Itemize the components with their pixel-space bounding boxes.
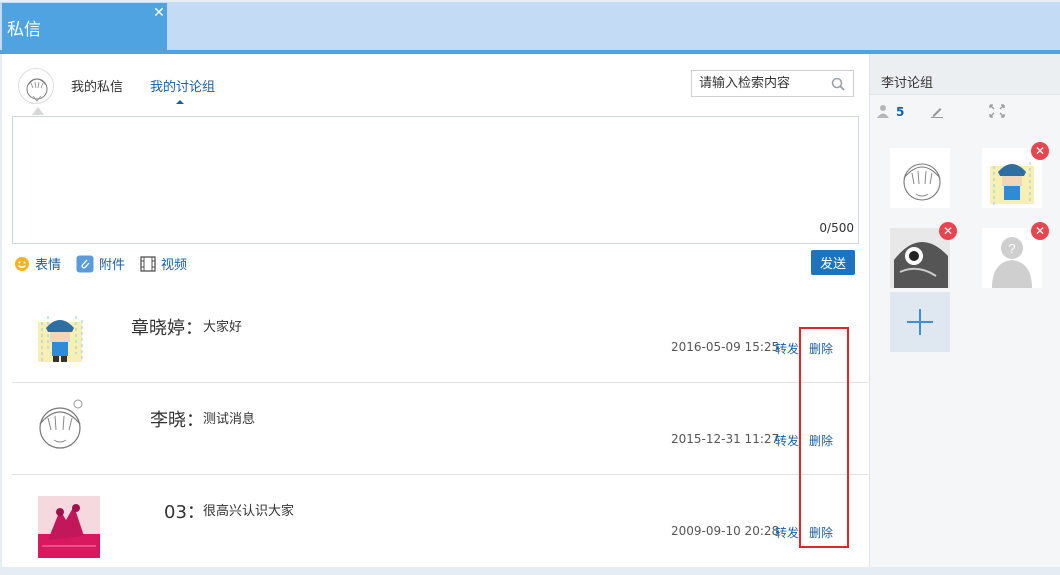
remove-member-icon[interactable]: ✕ bbox=[1031, 142, 1049, 160]
main-panel: 我的私信 我的讨论组 0/500 表情 附件 bbox=[2, 54, 868, 567]
sender-name: 03 bbox=[164, 502, 187, 523]
row-divider bbox=[12, 382, 868, 383]
timestamp: 2016-05-09 15:25 bbox=[671, 340, 780, 354]
header-top-line bbox=[0, 0, 1060, 2]
video-button[interactable]: 视频 bbox=[140, 254, 187, 273]
avatar-pointer bbox=[32, 107, 44, 115]
active-tab-caret-icon bbox=[176, 100, 184, 104]
svg-text:?: ? bbox=[1008, 241, 1015, 256]
message-composer: 0/500 bbox=[12, 116, 859, 244]
row-divider bbox=[12, 474, 868, 475]
edit-icon[interactable] bbox=[930, 104, 944, 118]
window-header: 私信 ✕ bbox=[0, 0, 1060, 54]
timestamp: 2015-12-31 11:27 bbox=[671, 432, 780, 446]
delete-link[interactable]: 删除 bbox=[809, 524, 833, 541]
colon: ： bbox=[186, 410, 204, 431]
search-icon[interactable] bbox=[831, 77, 845, 91]
emoji-label: 表情 bbox=[35, 258, 62, 273]
message-text: 很高兴认识大家 bbox=[203, 504, 295, 519]
attachment-label: 附件 bbox=[99, 258, 126, 273]
member-avatar[interactable] bbox=[890, 148, 950, 208]
video-label: 视频 bbox=[161, 258, 188, 273]
close-icon[interactable]: ✕ bbox=[152, 6, 166, 20]
bottom-border bbox=[0, 567, 1060, 575]
paperclip-icon bbox=[76, 255, 94, 272]
delete-link[interactable]: 删除 bbox=[809, 340, 833, 357]
attachment-button[interactable]: 附件 bbox=[76, 254, 125, 273]
group-sidebar: 李讨论组 5 ✕ ✕ ? ✕ bbox=[869, 54, 1060, 567]
plus-icon bbox=[907, 309, 933, 335]
tab-private-messages[interactable]: 私信 bbox=[2, 3, 167, 51]
member-count: 5 bbox=[896, 105, 905, 119]
avatar[interactable] bbox=[28, 394, 92, 458]
message-text: 大家好 bbox=[203, 320, 243, 335]
char-counter: 0/500 bbox=[819, 221, 854, 235]
sender-name: 章晓婷 bbox=[131, 318, 185, 339]
forward-link[interactable]: 转发 bbox=[775, 340, 799, 357]
group-header: 李讨论组 bbox=[870, 54, 1060, 95]
search-box bbox=[691, 70, 854, 97]
tab-title: 私信 bbox=[7, 20, 41, 40]
sender-name: 李晓 bbox=[150, 410, 186, 431]
emoji-icon bbox=[15, 256, 29, 271]
remove-member-icon[interactable]: ✕ bbox=[939, 222, 957, 240]
list-item: 03： 很高兴认识大家 2009-09-10 20:28 转发 删除 bbox=[12, 476, 868, 568]
group-title: 李讨论组 bbox=[881, 76, 934, 91]
emoji-button[interactable]: 表情 bbox=[14, 254, 61, 273]
message-input[interactable] bbox=[13, 117, 858, 243]
send-button[interactable]: 发送 bbox=[811, 250, 855, 275]
colon: ： bbox=[185, 318, 203, 339]
remove-member-icon[interactable]: ✕ bbox=[1031, 222, 1049, 240]
members-icon[interactable] bbox=[876, 104, 890, 118]
tab-my-discussion-groups[interactable]: 我的讨论组 bbox=[150, 76, 215, 95]
list-item: 李晓： 测试消息 2015-12-31 11:27 转发 删除 bbox=[12, 384, 868, 476]
avatar[interactable] bbox=[38, 496, 100, 558]
avatar[interactable] bbox=[18, 68, 54, 104]
list-item: 章晓婷： 大家好 2016-05-09 15:25 转发 删除 bbox=[12, 292, 868, 384]
expand-icon[interactable] bbox=[989, 104, 1005, 118]
tab-my-private-messages[interactable]: 我的私信 bbox=[71, 76, 123, 95]
delete-link[interactable]: 删除 bbox=[809, 432, 833, 449]
film-icon bbox=[140, 255, 156, 272]
search-input[interactable] bbox=[692, 71, 822, 96]
group-toolbar: 5 bbox=[870, 96, 1060, 126]
message-text: 测试消息 bbox=[203, 412, 256, 427]
forward-link[interactable]: 转发 bbox=[775, 524, 799, 541]
timestamp: 2009-09-10 20:28 bbox=[671, 524, 780, 538]
avatar[interactable] bbox=[28, 302, 92, 366]
forward-link[interactable]: 转发 bbox=[775, 432, 799, 449]
add-member-button[interactable] bbox=[890, 292, 950, 352]
